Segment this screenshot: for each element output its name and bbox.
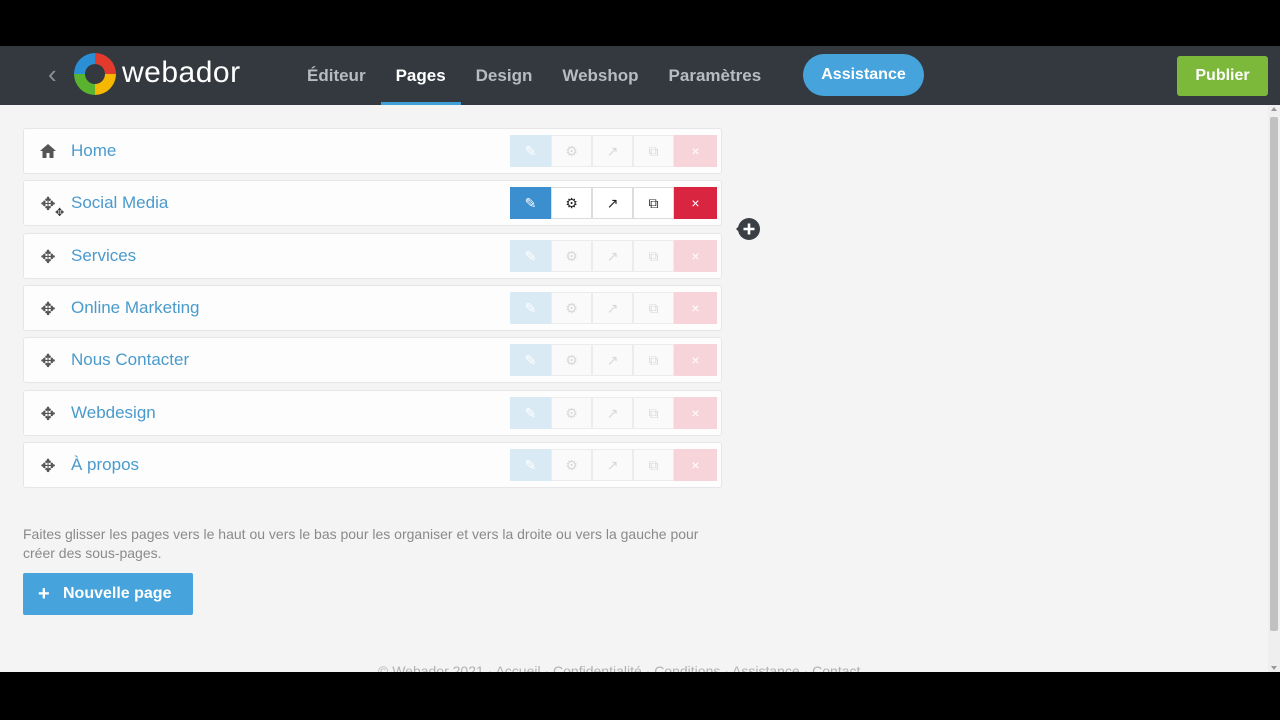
plus-icon: + — [38, 583, 50, 605]
drag-cursor-icon: ✥ — [55, 207, 65, 219]
open-external-icon[interactable]: ↗ — [592, 240, 633, 272]
assistance-button[interactable]: Assistance — [803, 54, 924, 96]
nav-webshop[interactable]: Webshop — [547, 46, 653, 105]
scrollbar-thumb[interactable] — [1270, 117, 1278, 631]
duplicate-icon[interactable]: ⧉ — [633, 187, 674, 219]
duplicate-icon[interactable]: ⧉ — [633, 449, 674, 481]
delete-x-icon[interactable]: × — [674, 344, 717, 376]
page-row-services[interactable]: ✥ Services ✎ ⚙ ↗ ⧉ × — [23, 233, 722, 279]
delete-x-icon[interactable]: × — [674, 240, 717, 272]
page-row-social-media[interactable]: ✥ Social Media ✎ ⚙ ↗ ⧉ × — [23, 180, 722, 226]
duplicate-icon[interactable]: ⧉ — [633, 397, 674, 429]
delete-x-icon[interactable]: × — [674, 292, 717, 324]
add-subpage-icon[interactable] — [734, 216, 760, 242]
home-icon — [38, 142, 58, 162]
page-label[interactable]: Online Marketing — [71, 286, 200, 332]
page-label[interactable]: À propos — [71, 443, 139, 489]
page-actions: ✎ ⚙ ↗ ⧉ × — [510, 397, 717, 429]
page-actions: ✎ ⚙ ↗ ⧉ × — [510, 187, 717, 219]
scroll-down-arrow-icon[interactable] — [1271, 666, 1277, 670]
edit-pencil-icon[interactable]: ✎ — [510, 344, 551, 376]
duplicate-icon[interactable]: ⧉ — [633, 240, 674, 272]
edit-pencil-icon[interactable]: ✎ — [510, 187, 551, 219]
top-bar: ‹ webador Éditeur Pages Design Webshop P… — [0, 46, 1280, 105]
nav-editeur[interactable]: Éditeur — [292, 46, 381, 105]
move-icon[interactable]: ✥ — [38, 299, 58, 319]
settings-gear-icon[interactable]: ⚙ — [551, 240, 592, 272]
page-row-home[interactable]: Home ✎ ⚙ ↗ ⧉ × — [23, 128, 722, 174]
drag-hint-text: Faites glisser les pages vers le haut ou… — [23, 526, 699, 561]
page-row-a-propos[interactable]: ✥ À propos ✎ ⚙ ↗ ⧉ × — [23, 442, 722, 488]
delete-x-icon[interactable]: × — [674, 187, 717, 219]
open-external-icon[interactable]: ↗ — [592, 292, 633, 324]
edit-pencil-icon[interactable]: ✎ — [510, 449, 551, 481]
page-actions: ✎ ⚙ ↗ ⧉ × — [510, 292, 717, 324]
duplicate-icon[interactable]: ⧉ — [633, 344, 674, 376]
open-external-icon[interactable]: ↗ — [592, 449, 633, 481]
vertical-scrollbar[interactable] — [1268, 105, 1280, 672]
page-row-online-marketing[interactable]: ✥ Online Marketing ✎ ⚙ ↗ ⧉ × — [23, 285, 722, 331]
page-actions: ✎ ⚙ ↗ ⧉ × — [510, 135, 717, 167]
new-page-label: Nouvelle page — [63, 585, 172, 602]
move-icon[interactable]: ✥ — [38, 456, 58, 476]
edit-pencil-icon[interactable]: ✎ — [510, 292, 551, 324]
letterbox-bottom — [0, 672, 1280, 720]
delete-x-icon[interactable]: × — [674, 135, 717, 167]
page-actions: ✎ ⚙ ↗ ⧉ × — [510, 344, 717, 376]
page-label[interactable]: Nous Contacter — [71, 338, 189, 384]
publish-button[interactable]: Publier — [1177, 56, 1268, 96]
app-window: ‹ webador Éditeur Pages Design Webshop P… — [0, 46, 1280, 672]
edit-pencil-icon[interactable]: ✎ — [510, 135, 551, 167]
brand-name: webador — [122, 56, 241, 89]
settings-gear-icon[interactable]: ⚙ — [551, 292, 592, 324]
back-arrow-icon[interactable]: ‹ — [48, 61, 66, 87]
new-page-button[interactable]: + Nouvelle page — [23, 573, 193, 615]
page-actions: ✎ ⚙ ↗ ⧉ × — [510, 449, 717, 481]
page-row-nous-contacter[interactable]: ✥ Nous Contacter ✎ ⚙ ↗ ⧉ × — [23, 337, 722, 383]
move-icon[interactable]: ✥ — [38, 351, 58, 371]
footer-links: © Webador 2021 · Accueil · Confidentiali… — [378, 663, 861, 672]
duplicate-icon[interactable]: ⧉ — [633, 292, 674, 324]
scroll-up-arrow-icon[interactable] — [1271, 107, 1277, 111]
nav-parametres[interactable]: Paramètres — [654, 46, 777, 105]
open-external-icon[interactable]: ↗ — [592, 397, 633, 429]
letterbox-top — [0, 0, 1280, 46]
nav-design[interactable]: Design — [461, 46, 548, 105]
open-external-icon[interactable]: ↗ — [592, 135, 633, 167]
page-label[interactable]: Social Media — [71, 181, 168, 227]
webador-logo-icon — [74, 53, 116, 95]
page-label[interactable]: Home — [71, 129, 116, 175]
settings-gear-icon[interactable]: ⚙ — [551, 187, 592, 219]
page-label[interactable]: Webdesign — [71, 391, 156, 437]
delete-x-icon[interactable]: × — [674, 449, 717, 481]
open-external-icon[interactable]: ↗ — [592, 344, 633, 376]
edit-pencil-icon[interactable]: ✎ — [510, 397, 551, 429]
settings-gear-icon[interactable]: ⚙ — [551, 135, 592, 167]
pages-panel: Home ✎ ⚙ ↗ ⧉ × ✥ Social Media ✎ ⚙ ↗ ⧉ × … — [0, 105, 1268, 672]
move-icon[interactable]: ✥ — [38, 404, 58, 424]
duplicate-icon[interactable]: ⧉ — [633, 135, 674, 167]
settings-gear-icon[interactable]: ⚙ — [551, 397, 592, 429]
move-icon[interactable]: ✥ — [38, 247, 58, 267]
nav-pages[interactable]: Pages — [380, 46, 461, 105]
page-row-webdesign[interactable]: ✥ Webdesign ✎ ⚙ ↗ ⧉ × — [23, 390, 722, 436]
page-actions: ✎ ⚙ ↗ ⧉ × — [510, 240, 717, 272]
delete-x-icon[interactable]: × — [674, 397, 717, 429]
edit-pencil-icon[interactable]: ✎ — [510, 240, 551, 272]
open-external-icon[interactable]: ↗ — [592, 187, 633, 219]
main-nav: Éditeur Pages Design Webshop Paramètres — [292, 46, 776, 105]
settings-gear-icon[interactable]: ⚙ — [551, 449, 592, 481]
settings-gear-icon[interactable]: ⚙ — [551, 344, 592, 376]
page-label[interactable]: Services — [71, 234, 136, 280]
